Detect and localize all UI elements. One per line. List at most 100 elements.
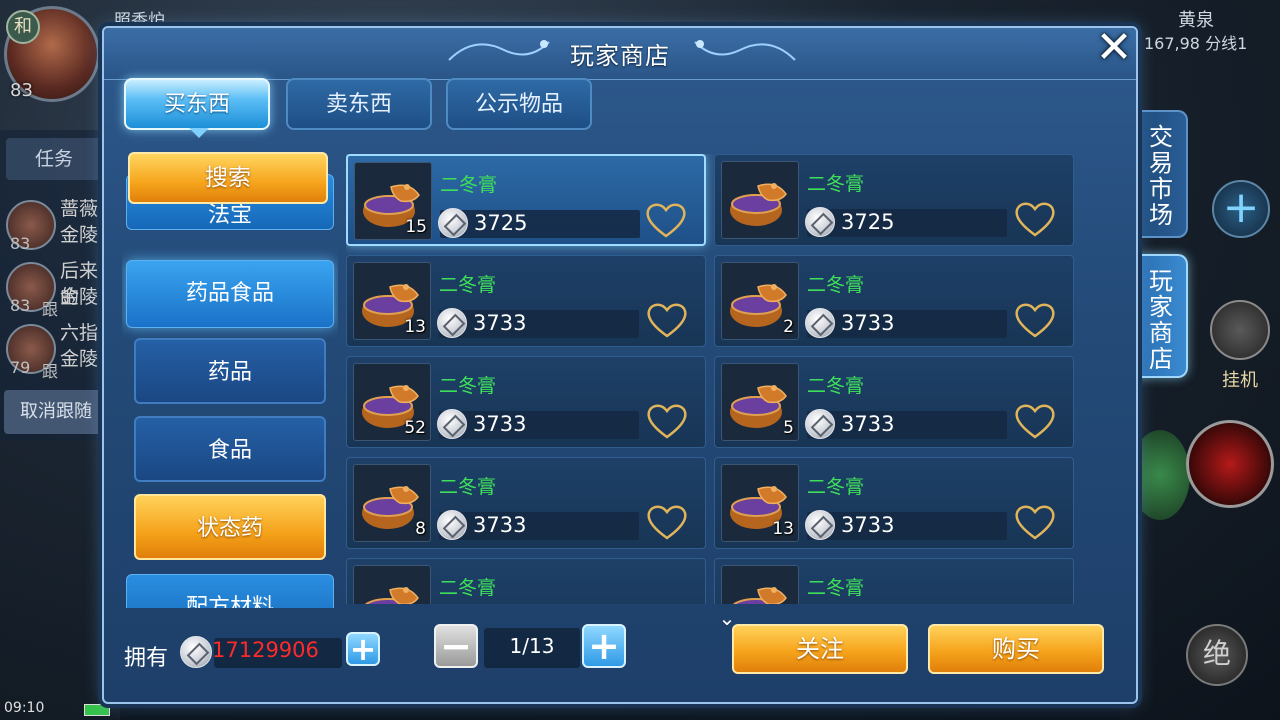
heart-icon[interactable]: [645, 300, 689, 340]
item-icon: [721, 565, 799, 604]
side-tab-char: 交: [1149, 123, 1173, 151]
price-bar: [439, 411, 639, 439]
medicine-bowl-icon: [364, 587, 419, 604]
item-price: 3733: [841, 311, 895, 335]
next-page-button[interactable]: +: [582, 624, 626, 668]
item-name: 二冬膏: [439, 476, 497, 498]
side-tab-trade-market[interactable]: 交 易 市 场: [1136, 110, 1188, 238]
listing-card[interactable]: 13 二冬膏 3733: [714, 457, 1074, 549]
page-indicator: 1/13: [509, 634, 555, 658]
listing-card[interactable]: 二冬膏: [346, 558, 706, 604]
listing-card[interactable]: 5 二冬膏 3733: [714, 356, 1074, 448]
item-price: 3733: [473, 513, 527, 537]
item-icon: 52: [353, 363, 431, 441]
item-quantity: 8: [415, 519, 426, 539]
party-member-name: 蔷薇: [60, 198, 99, 220]
buy-button[interactable]: 购买: [928, 624, 1104, 674]
category-medicine[interactable]: 药品: [134, 338, 326, 404]
search-button[interactable]: 搜索: [128, 152, 328, 204]
follow-button[interactable]: 关注: [732, 624, 908, 674]
auto-battle-button[interactable]: 挂机: [1202, 300, 1278, 392]
heart-icon[interactable]: [1013, 300, 1057, 340]
item-price: 3733: [473, 311, 527, 335]
party-follow-tag: 跟: [42, 300, 59, 319]
listing-card[interactable]: 13 二冬膏 3733: [346, 255, 706, 347]
heart-icon[interactable]: [1013, 401, 1057, 441]
heart-icon[interactable]: [1013, 502, 1057, 542]
silver-coin-icon: [437, 510, 467, 540]
heart-icon[interactable]: [1013, 603, 1057, 604]
silver-coin-icon: [438, 208, 468, 238]
silver-coin-icon: [805, 207, 835, 237]
price-bar: [439, 310, 639, 338]
price-bar: [439, 512, 639, 540]
category-status-potion[interactable]: 状态药: [134, 494, 326, 560]
category-food[interactable]: 食品: [134, 416, 326, 482]
listing-grid[interactable]: 15 二冬膏 3725 二冬膏 3725 13 二冬膏 3733 2 二冬膏 3733 52 二冬膏 37…: [346, 154, 1116, 604]
heart-icon[interactable]: [645, 603, 689, 604]
side-tab-char: 商: [1149, 319, 1173, 347]
side-tab-char: 玩: [1149, 267, 1173, 295]
side-tab-char: 易: [1149, 149, 1173, 177]
side-tab-char: 市: [1149, 175, 1173, 203]
add-coin-button[interactable]: +: [346, 632, 380, 666]
side-tab-char: 场: [1149, 201, 1173, 229]
tab-buy[interactable]: 买东西: [124, 78, 270, 130]
plus-icon[interactable]: +: [1212, 180, 1270, 238]
tab-sell[interactable]: 卖东西: [286, 78, 432, 130]
medicine-bowl-icon: [730, 284, 787, 327]
silver-coin-icon: [180, 636, 212, 668]
tab-pointer-icon: [189, 128, 209, 138]
party-member-location: 金陵: [60, 224, 99, 246]
skill-orb[interactable]: [1130, 430, 1190, 520]
auto-battle-label: 挂机: [1222, 370, 1258, 391]
heart-icon[interactable]: [644, 200, 688, 240]
party-member[interactable]: 蔷薇 金陵 83: [4, 196, 108, 256]
cancel-follow-button[interactable]: 取消跟随: [4, 390, 108, 434]
heart-icon[interactable]: [645, 401, 689, 441]
dialog-title-bar: 玩家商店: [104, 28, 1136, 80]
party-member[interactable]: 后来的 金陵 83 跟: [4, 258, 108, 319]
price-bar: [807, 411, 1007, 439]
player-shop-dialog: 玩家商店 ✕ 买东西 卖东西 公示物品 搜索 法宝 药品食品 药品 食品 状态药…: [102, 22, 1138, 704]
prev-page-button[interactable]: −: [434, 624, 478, 668]
owned-label: 拥有: [124, 646, 169, 671]
ultimate-skill-button[interactable]: 绝: [1186, 624, 1248, 686]
side-tab-player-shop[interactable]: 玩 家 商 店: [1136, 254, 1188, 378]
listing-card[interactable]: 二冬膏 3725: [714, 154, 1074, 246]
item-quantity: 13: [404, 317, 426, 337]
medicine-bowl-icon: [362, 486, 419, 529]
listing-card[interactable]: 2 二冬膏 3733: [714, 255, 1074, 347]
item-quantity: 13: [772, 519, 794, 539]
item-name: 二冬膏: [807, 274, 865, 296]
close-icon[interactable]: ✕: [1088, 22, 1140, 74]
tab-public-items[interactable]: 公示物品: [446, 78, 592, 130]
heart-icon[interactable]: [1013, 199, 1057, 239]
party-member-name: 六指: [60, 322, 99, 344]
silver-coin-icon: [805, 409, 835, 439]
party-member[interactable]: 六指 金陵 79 跟: [4, 320, 108, 381]
party-member-location: 金陵: [60, 286, 99, 308]
item-price: 3733: [841, 513, 895, 537]
map-coords: 167,98 分线1: [1144, 34, 1248, 53]
item-icon: 15: [354, 162, 432, 240]
category-recipe-material[interactable]: 配方材料: [126, 574, 334, 608]
item-name: 二冬膏: [807, 375, 865, 397]
category-list[interactable]: 法宝 药品食品 药品 食品 状态药 配方材料: [122, 148, 338, 608]
attack-skill-button[interactable]: [1186, 420, 1274, 508]
category-medicine-food[interactable]: 药品食品: [126, 260, 334, 328]
side-tab-char: 店: [1149, 345, 1173, 373]
item-name: 二冬膏: [439, 375, 497, 397]
listing-card[interactable]: 52 二冬膏 3733: [346, 356, 706, 448]
heart-icon[interactable]: [645, 502, 689, 542]
item-price: 3725: [841, 210, 895, 234]
chevron-down-icon[interactable]: ⌄: [712, 606, 742, 630]
task-tab[interactable]: 任务: [6, 138, 102, 180]
item-icon: 2: [721, 262, 799, 340]
map-name: 黄泉: [1178, 10, 1214, 31]
listing-card[interactable]: 8 二冬膏 3733: [346, 457, 706, 549]
silver-coin-icon: [437, 409, 467, 439]
item-name: 二冬膏: [439, 577, 497, 599]
listing-card[interactable]: 二冬膏: [714, 558, 1074, 604]
listing-card[interactable]: 15 二冬膏 3725: [346, 154, 706, 246]
